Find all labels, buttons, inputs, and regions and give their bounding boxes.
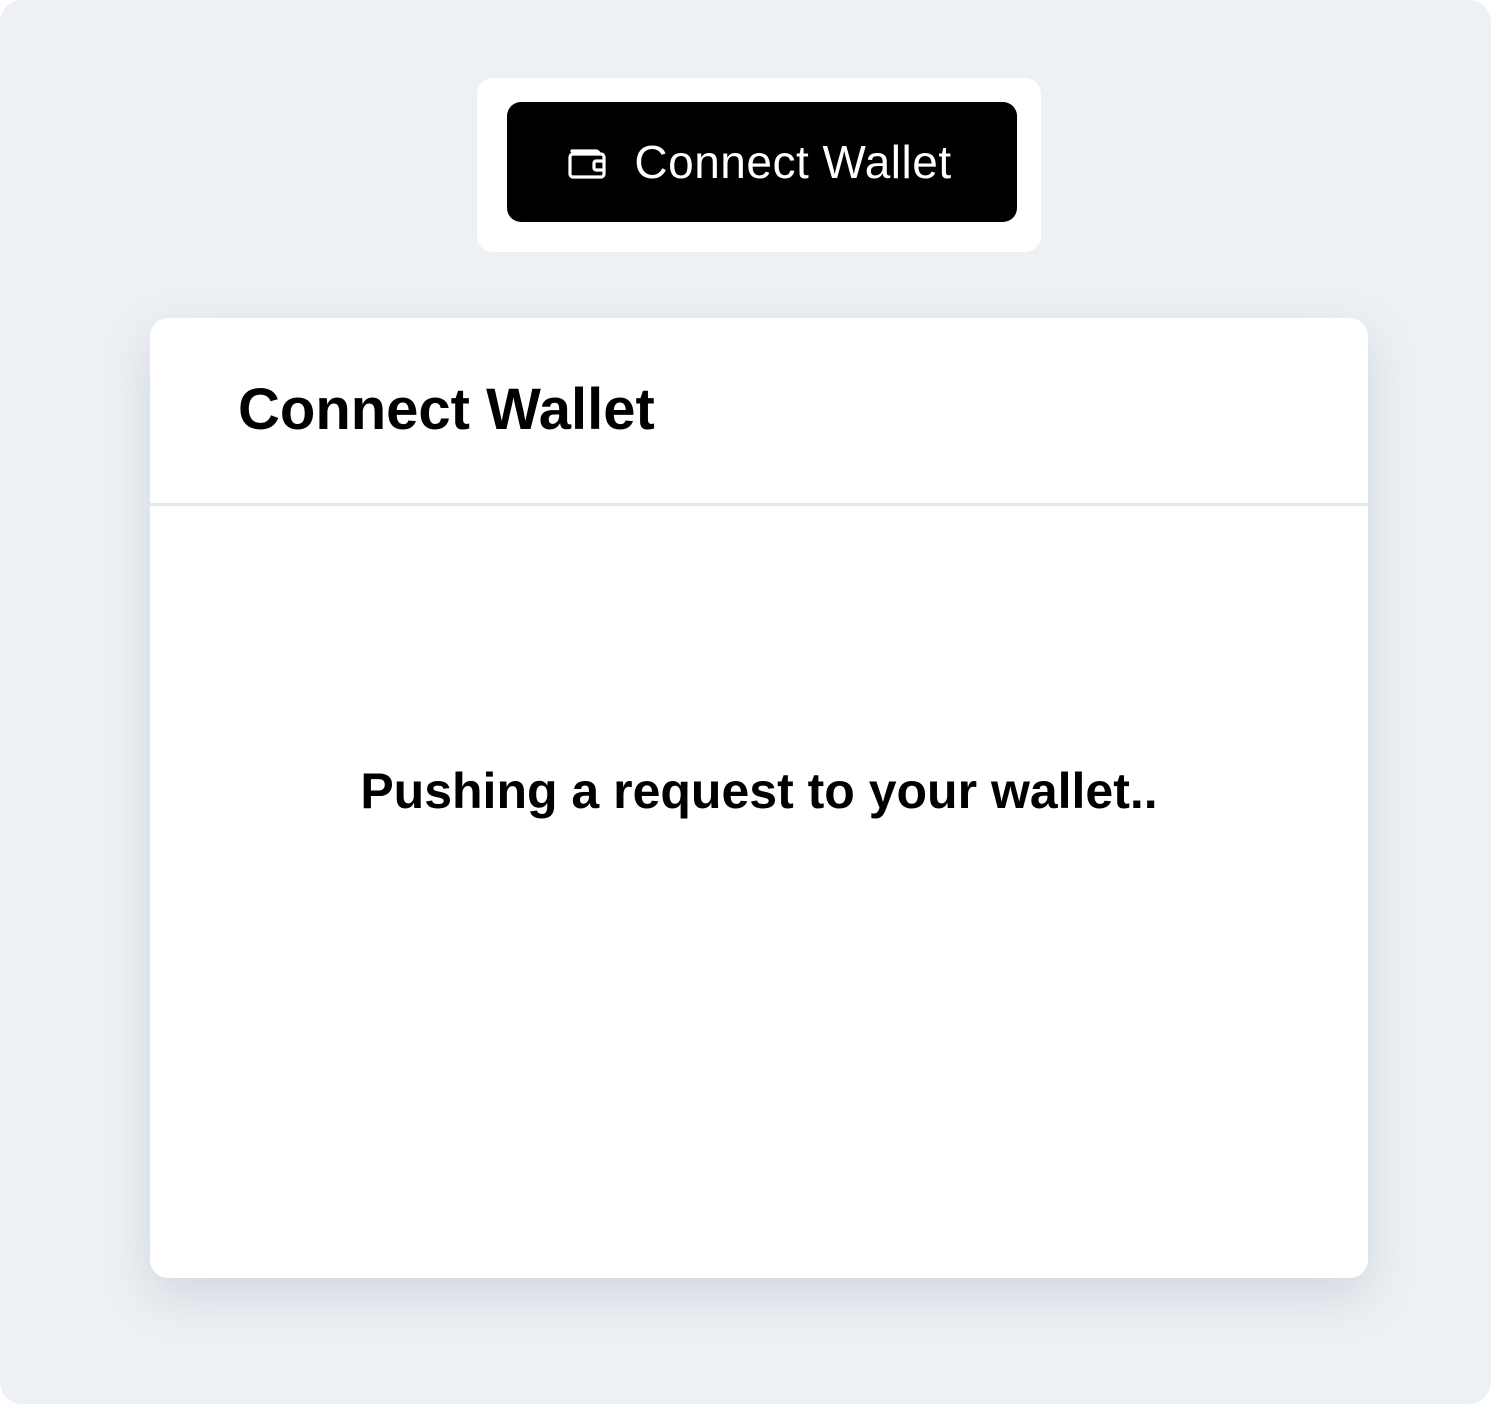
connect-wallet-button-label: Connect Wallet xyxy=(634,136,952,188)
modal-header: Connect Wallet xyxy=(150,318,1368,506)
page-canvas: Connect Wallet Connect Wallet Pushing a … xyxy=(0,0,1491,1404)
modal-body: Pushing a request to your wallet.. xyxy=(150,506,1368,1278)
connect-wallet-modal: Connect Wallet Pushing a request to your… xyxy=(150,318,1368,1278)
connect-wallet-button[interactable]: Connect Wallet xyxy=(507,102,1017,222)
modal-title: Connect Wallet xyxy=(238,377,655,442)
wallet-icon xyxy=(566,141,608,183)
status-message: Pushing a request to your wallet.. xyxy=(360,763,1158,819)
connect-button-container: Connect Wallet xyxy=(477,78,1041,252)
